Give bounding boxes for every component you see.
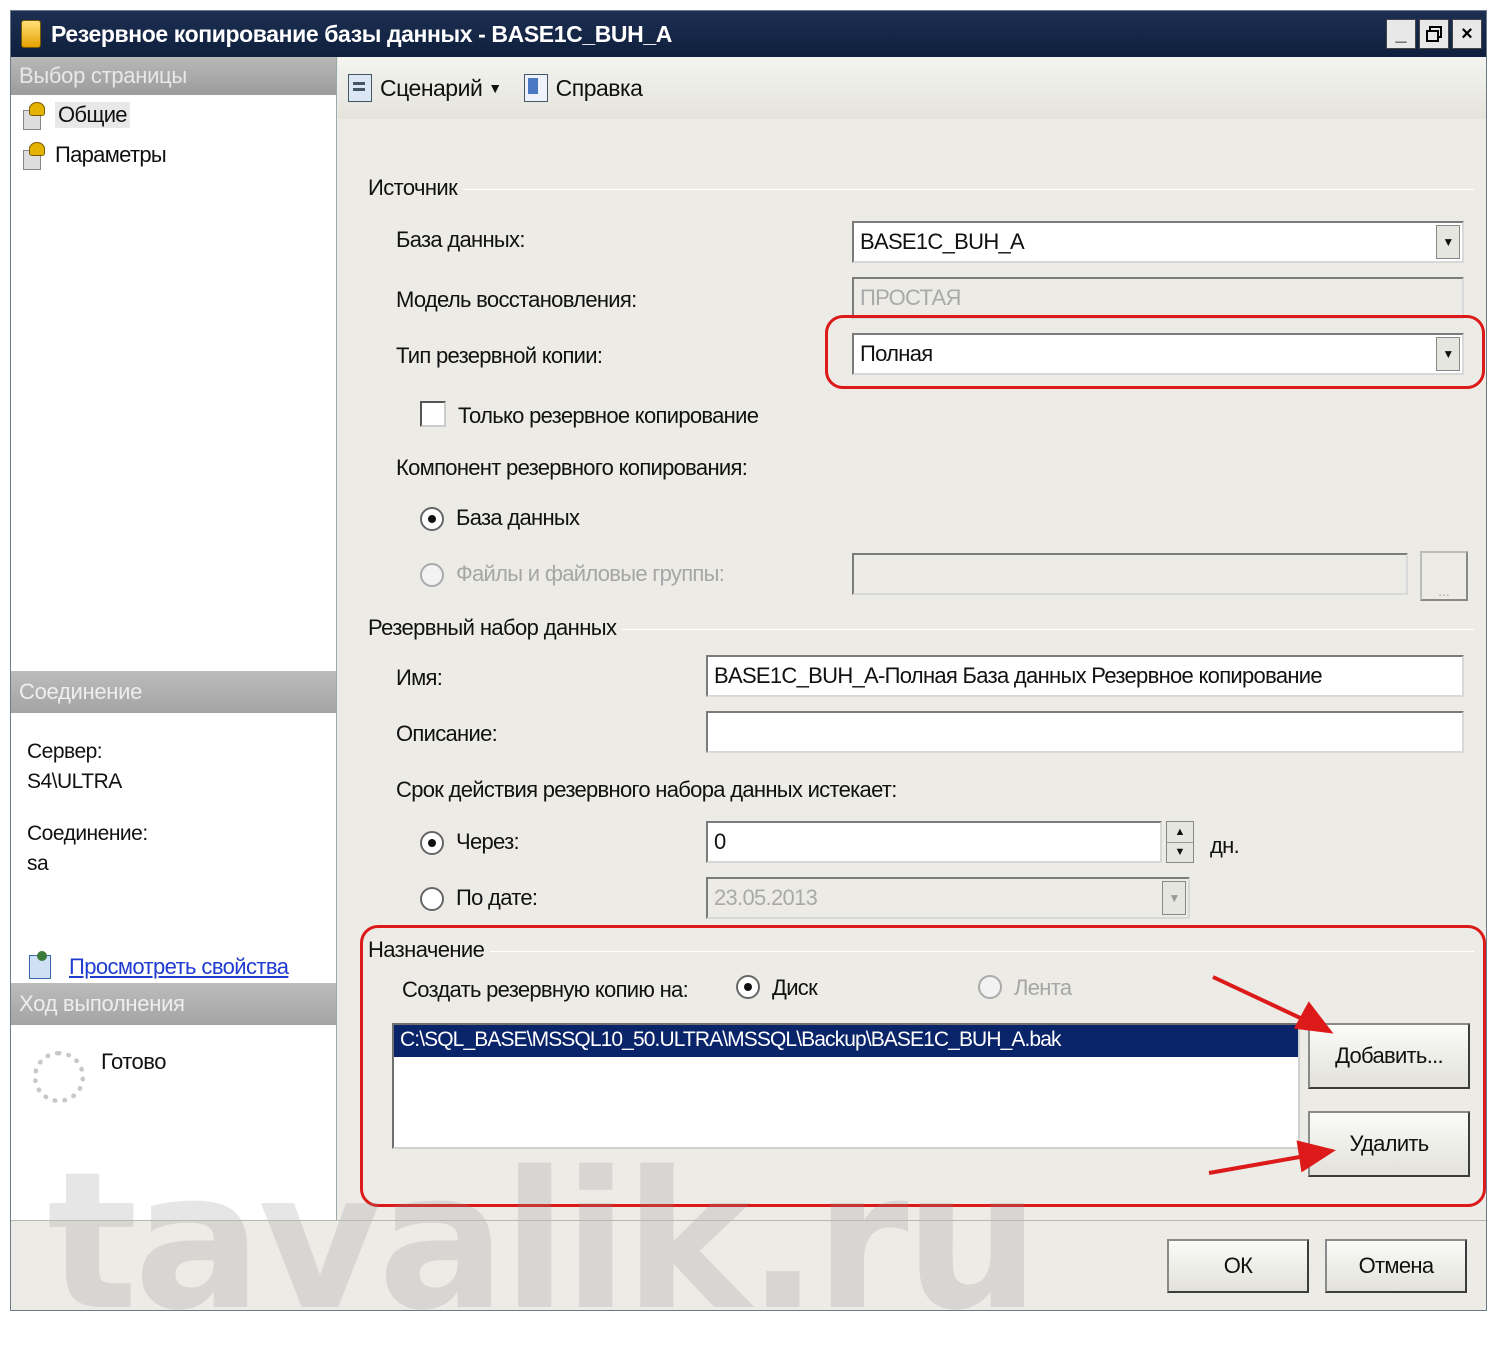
arrow-icon xyxy=(1208,975,1336,1175)
annotation-arrows xyxy=(1208,975,1336,1175)
backup-dialog-window: Резервное копирование базы данных - BASE… xyxy=(10,10,1487,1352)
